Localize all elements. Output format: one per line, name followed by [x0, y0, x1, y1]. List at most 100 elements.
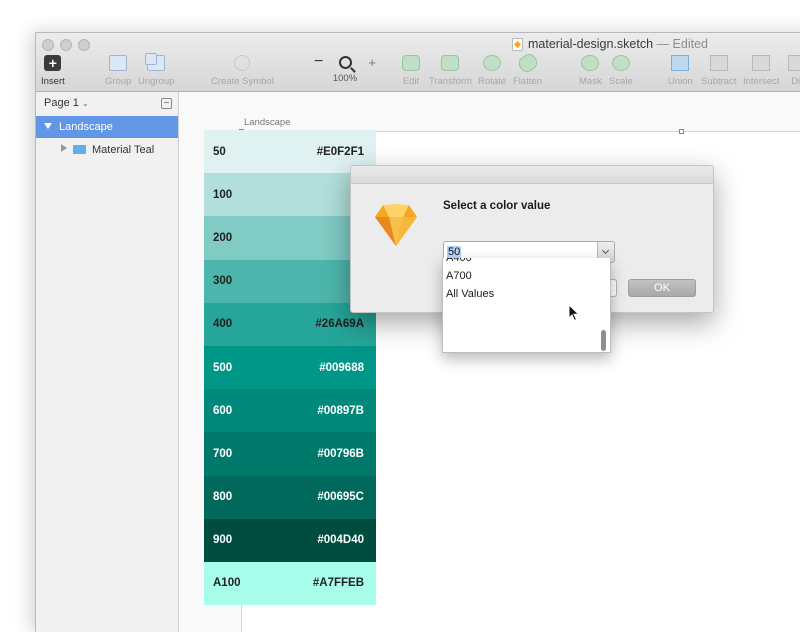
mask-icon [581, 55, 599, 71]
resize-handle[interactable] [679, 129, 684, 134]
difference-button[interactable]: Dif [788, 55, 800, 87]
swatch-shade-label: 400 [213, 318, 232, 330]
color-swatch-row[interactable]: 700 #00796B [204, 432, 376, 475]
option-a400[interactable]: A400 [443, 258, 610, 267]
color-swatch-row[interactable]: 900 #004D40 [204, 519, 376, 562]
page-selector[interactable]: Page 1 ⌄ [44, 97, 89, 109]
disclosure-open-icon[interactable] [44, 123, 52, 129]
swatch-shade-label: A100 [213, 577, 241, 589]
swatch-shade-label: 300 [213, 275, 232, 287]
swatch-shade-label: 50 [213, 146, 226, 158]
transform-button[interactable]: Transform [429, 55, 472, 87]
collapse-pages-icon[interactable] [161, 98, 172, 109]
toolbar: material-design.sketch — Edited + Insert… [36, 33, 800, 92]
option-all-values[interactable]: All Values [443, 285, 610, 303]
layer-group-material-teal[interactable]: Material Teal [61, 144, 154, 156]
swatch-hex-label: #26A69A [315, 318, 364, 330]
zoom-in-button[interactable]: + [368, 55, 376, 70]
transform-icon [441, 55, 459, 71]
zoom-out-button[interactable]: − [314, 53, 323, 71]
group-label: Group [105, 76, 131, 87]
minimize-window-button[interactable] [60, 39, 72, 51]
mouse-pointer-icon [568, 304, 580, 322]
color-value-dropdown-list[interactable]: A400 A700 All Values [442, 258, 611, 353]
zoom-window-button[interactable] [78, 39, 90, 51]
ungroup-label: Ungroup [138, 76, 174, 87]
ok-button[interactable]: OK [628, 279, 696, 297]
union-button[interactable]: Union [668, 55, 693, 87]
dropdown-scrollbar[interactable] [601, 330, 606, 351]
scale-label: Scale [609, 76, 633, 87]
color-swatch-row[interactable]: A100 #A7FFEB [204, 562, 376, 605]
insert-button[interactable]: + Insert [41, 55, 65, 87]
insert-label: Insert [41, 76, 65, 87]
swatch-shade-label: 200 [213, 232, 232, 244]
swatch-shade-label: 800 [213, 491, 232, 503]
transform-label: Transform [429, 76, 472, 87]
window-title: material-design.sketch — Edited [528, 37, 708, 51]
group-button[interactable]: Group [105, 55, 131, 87]
swatch-shade-label: 900 [213, 534, 232, 546]
rotate-icon [483, 55, 501, 71]
plus-icon: + [44, 55, 61, 71]
app-window: material-design.sketch — Edited + Insert… [35, 32, 800, 632]
swatch-hex-label: #00695C [317, 491, 364, 503]
flatten-icon [516, 51, 540, 74]
swatch-hex-label: #004D40 [317, 534, 364, 546]
union-icon [671, 55, 689, 71]
swatch-hex-label: #009688 [319, 362, 364, 374]
intersect-label: Intersect [743, 76, 779, 87]
dialog-titlebar[interactable] [351, 166, 713, 184]
layer-label: Landscape [59, 121, 113, 133]
sketch-app-icon [373, 200, 419, 250]
scale-button[interactable]: Scale [609, 55, 633, 87]
zoom-level: 100% [314, 73, 376, 84]
zoom-control: − + 100% [314, 53, 376, 84]
difference-label: Dif [791, 76, 800, 87]
swatch-shade-label: 700 [213, 448, 232, 460]
mask-button[interactable]: Mask [579, 55, 602, 87]
scale-icon [612, 55, 630, 71]
subtract-button[interactable]: Subtract [701, 55, 736, 87]
document-name: material-design.sketch [528, 37, 653, 51]
subtract-icon [710, 55, 728, 71]
close-window-button[interactable] [42, 39, 54, 51]
selected-value: 50 [447, 246, 461, 258]
swatch-shade-label: 100 [213, 189, 232, 201]
group-icon [109, 55, 127, 71]
option-a700[interactable]: A700 [443, 267, 610, 285]
artboard-title[interactable]: Landscape [244, 117, 290, 128]
swatch-shade-label: 600 [213, 405, 232, 417]
edit-label: Edit [403, 76, 419, 87]
edited-label: Edited [673, 37, 708, 51]
dialog-title: Select a color value [443, 200, 550, 212]
mask-label: Mask [579, 76, 602, 87]
swatch-hex-label: #E0F2F1 [317, 146, 364, 158]
swatch-hex-label: #00897B [317, 405, 364, 417]
intersect-icon [752, 55, 770, 71]
magnifier-icon[interactable] [339, 56, 352, 69]
create-symbol-label: Create Symbol [211, 76, 274, 87]
layer-artboard-landscape[interactable]: Landscape [36, 116, 178, 138]
layer-label: Material Teal [92, 144, 154, 156]
color-swatch-row[interactable]: 800 #00695C [204, 476, 376, 519]
symbol-icon [234, 55, 250, 71]
disclosure-closed-icon[interactable] [61, 144, 67, 152]
document-icon [512, 38, 523, 51]
swatch-shade-label: 500 [213, 362, 232, 374]
page-selector-label: Page 1 [44, 97, 79, 109]
intersect-button[interactable]: Intersect [743, 55, 779, 87]
flatten-label: Flatten [513, 76, 542, 87]
rotate-button[interactable]: Rotate [478, 55, 506, 87]
color-swatch-row[interactable]: 600 #00897B [204, 389, 376, 432]
ungroup-button[interactable]: Ungroup [138, 55, 174, 87]
color-swatch-row[interactable]: 500 #009688 [204, 346, 376, 389]
layers-sidebar: Page 1 ⌄ Landscape Material Teal [36, 92, 179, 632]
flatten-button[interactable]: Flatten [513, 55, 542, 87]
folder-icon [73, 145, 86, 154]
difference-icon [788, 55, 800, 71]
swatch-hex-label: #00796B [317, 448, 364, 460]
create-symbol-button[interactable]: Create Symbol [211, 55, 274, 87]
swatch-hex-label: #A7FFEB [313, 577, 364, 589]
edit-button[interactable]: Edit [402, 55, 420, 87]
